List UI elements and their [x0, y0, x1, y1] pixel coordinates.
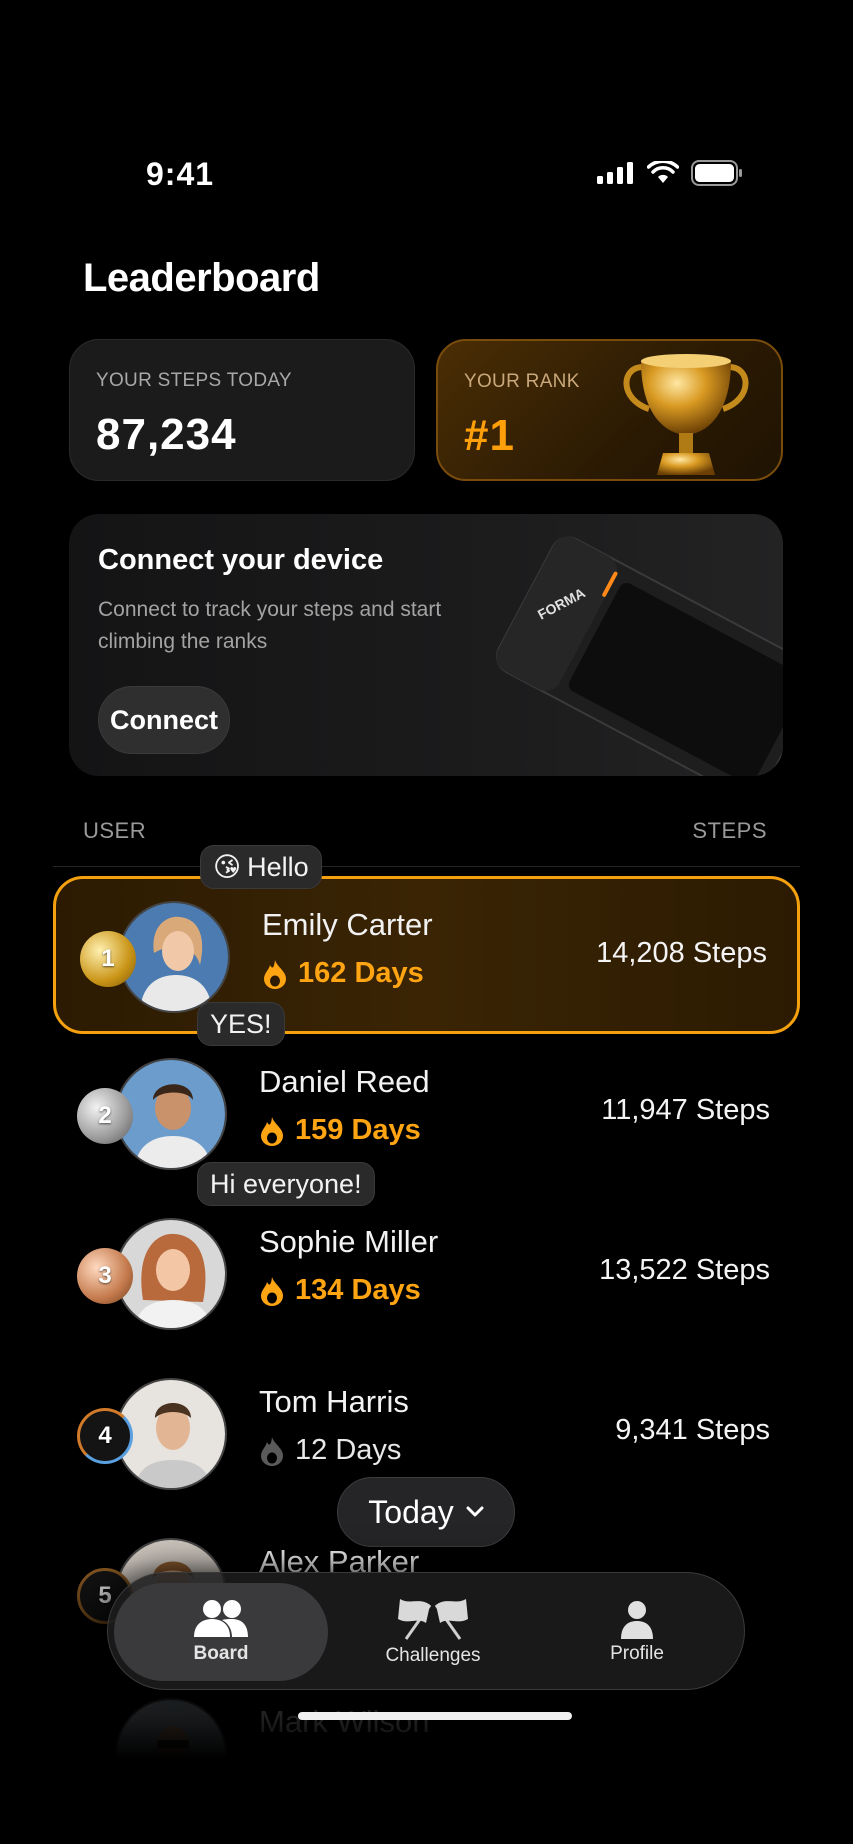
steps-today-value: 87,234	[96, 410, 237, 459]
kiss-emoji-icon: 😘	[213, 851, 242, 882]
rank-value: #1	[464, 411, 515, 460]
user-steps: 14,208 Steps	[596, 937, 767, 969]
steps-today-label: YOUR STEPS TODAY	[96, 370, 292, 391]
chat-bubble: YES!	[197, 1002, 285, 1046]
user-name: Daniel Reed	[259, 1064, 430, 1099]
status-time: 9:41	[146, 156, 215, 192]
connect-title: Connect your device	[98, 544, 384, 576]
user-name: Tom Harris	[259, 1384, 409, 1419]
tab-label: Challenges	[385, 1645, 481, 1666]
flame-icon	[261, 1276, 283, 1306]
rank-badge: 2	[77, 1088, 133, 1144]
leaderboard-row-6[interactable]: Mark Wilson	[53, 1676, 800, 1834]
leaderboard-row-1[interactable]: 😘 Hello 1 Emily Carter 162 Days 14,208 S…	[53, 845, 800, 1034]
trophy-icon	[623, 354, 749, 475]
chat-bubble-text: Hi everyone!	[210, 1168, 362, 1199]
people-icon	[194, 1600, 248, 1637]
user-steps: 13,522 Steps	[599, 1254, 770, 1286]
tab-challenges[interactable]: Challenges	[328, 1583, 538, 1681]
streak-days: 159 Days	[295, 1114, 421, 1146]
status-icons	[597, 160, 743, 186]
rank-badge: 4	[77, 1408, 133, 1464]
column-header-steps: STEPS	[692, 818, 767, 843]
tab-bar: Board Challenges Profile	[107, 1572, 745, 1690]
chat-bubble-text: YES!	[210, 1008, 272, 1039]
flags-icon	[398, 1599, 468, 1640]
user-steps: 11,947 Steps	[601, 1094, 770, 1126]
flame-icon	[264, 959, 286, 989]
streak: 162 Days	[262, 957, 424, 990]
streak: 134 Days	[259, 1274, 421, 1307]
leaderboard-row-2[interactable]: YES! 2 Daniel Reed 159 Days 11,947 Steps	[53, 1002, 800, 1194]
rank-badge: 3	[77, 1248, 133, 1304]
rank-badge: 1	[80, 931, 136, 987]
home-indicator	[298, 1712, 572, 1720]
streak-days: 134 Days	[295, 1274, 421, 1306]
avatar	[115, 1698, 227, 1810]
user-name: Sophie Miller	[259, 1224, 439, 1259]
battery-icon	[691, 160, 742, 186]
streak: 159 Days	[259, 1114, 421, 1147]
chat-bubble: Hi everyone!	[197, 1162, 375, 1206]
rank-label: YOUR RANK	[464, 371, 580, 392]
treadmill-device-image: FORMA	[496, 536, 783, 776]
streak: 12 Days	[259, 1434, 401, 1467]
connect-description: Connect to track your steps and start cl…	[98, 598, 442, 653]
user-steps: 9,341 Steps	[615, 1414, 770, 1446]
leaderboard-row-3[interactable]: Hi everyone! 3 Sophie Miller 134 Days 13…	[53, 1162, 800, 1354]
wifi-icon	[647, 161, 679, 183]
header-divider	[53, 866, 800, 867]
person-icon	[621, 1601, 653, 1639]
connect-button[interactable]: Connect	[98, 686, 230, 754]
rank-card[interactable]: YOUR RANK #1	[436, 339, 783, 481]
tab-label: Profile	[610, 1643, 664, 1664]
column-header-user: USER	[83, 818, 147, 843]
user-name: Mark Wilson	[259, 1704, 430, 1739]
period-filter-dropdown[interactable]: Today	[337, 1477, 515, 1547]
tab-board[interactable]: Board	[114, 1583, 328, 1681]
page-title: Leaderboard	[83, 256, 320, 300]
chat-bubble: 😘 Hello	[200, 845, 322, 889]
tab-label: Board	[193, 1643, 249, 1664]
flame-icon	[261, 1116, 283, 1146]
chat-bubble-text: Hello	[247, 851, 309, 882]
chevron-down-icon	[466, 1506, 484, 1517]
tab-profile[interactable]: Profile	[532, 1583, 742, 1681]
connect-device-card: Connect your device Connect to track you…	[69, 514, 783, 776]
flame-icon	[261, 1436, 283, 1466]
streak-days: 12 Days	[295, 1434, 402, 1466]
user-name: Emily Carter	[262, 907, 433, 942]
signal-icon	[597, 162, 633, 184]
period-filter-label: Today	[368, 1493, 454, 1530]
steps-today-card: YOUR STEPS TODAY 87,234	[69, 339, 415, 481]
streak-days: 162 Days	[298, 957, 424, 989]
